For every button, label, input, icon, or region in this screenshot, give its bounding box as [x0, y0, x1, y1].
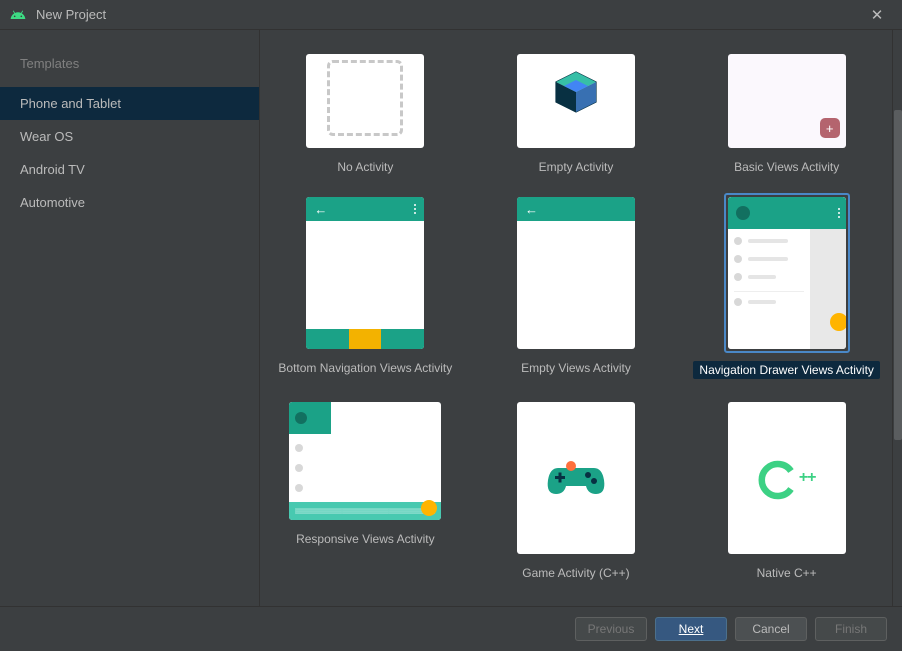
thumbnail: [289, 402, 441, 520]
gamepad-icon: [546, 458, 606, 498]
back-arrow-icon: [314, 202, 327, 217]
sidebar-item-label: Wear OS: [20, 129, 73, 144]
template-label: No Activity: [337, 160, 393, 174]
scrollbar-thumb[interactable]: [894, 110, 902, 440]
template-native-cpp[interactable]: ++ Native C++: [681, 398, 892, 584]
back-arrow-icon: [525, 202, 538, 217]
cancel-button[interactable]: Cancel: [735, 617, 807, 641]
template-nav-drawer-views-activity[interactable]: Navigation Drawer Views Activity: [681, 193, 892, 383]
thumbnail: +: [728, 54, 846, 148]
close-icon[interactable]: ✕: [862, 6, 892, 24]
appbar-icon: [306, 197, 424, 221]
cpp-icon: ++: [758, 456, 816, 500]
button-label: Previous: [588, 622, 635, 636]
template-label: Basic Views Activity: [734, 160, 839, 174]
sidebar: Templates Phone and Tablet Wear OS Andro…: [0, 30, 260, 606]
sidebar-item-wear-os[interactable]: Wear OS: [0, 120, 259, 153]
more-icon: [414, 204, 416, 214]
template-label: Empty Views Activity: [521, 361, 631, 375]
sidebar-item-android-tv[interactable]: Android TV: [0, 153, 259, 186]
template-label: Game Activity (C++): [522, 566, 629, 580]
sidebar-item-automotive[interactable]: Automotive: [0, 186, 259, 219]
template-label: Bottom Navigation Views Activity: [278, 361, 452, 375]
template-basic-views-activity[interactable]: + Basic Views Activity: [681, 50, 892, 178]
template-label: Native C++: [757, 566, 817, 580]
avatar-icon: [295, 412, 307, 424]
button-label: Cancel: [752, 622, 789, 636]
thumbnail: [517, 197, 635, 349]
more-icon: [838, 208, 840, 218]
fab-icon: [830, 313, 846, 331]
bottom-nav-icon: [306, 329, 424, 349]
thumbnail: [517, 54, 635, 148]
template-label: Responsive Views Activity: [296, 532, 435, 546]
avatar-icon: [736, 206, 750, 220]
fab-plus-icon: +: [820, 118, 840, 138]
thumbnail: [306, 54, 424, 148]
template-gallery: No Activity: [260, 30, 902, 606]
android-logo-icon: [10, 7, 26, 23]
thumbnail: ++: [728, 402, 846, 554]
template-bottom-nav-views-activity[interactable]: Bottom Navigation Views Activity: [260, 193, 471, 383]
resize-arrow-icon: [301, 514, 429, 520]
template-no-activity[interactable]: No Activity: [260, 50, 471, 178]
titlebar: New Project ✕: [0, 0, 902, 30]
appbar-icon: [517, 197, 635, 221]
footer: Previous Next Cancel Finish: [0, 606, 902, 651]
compose-cube-icon: [552, 68, 600, 116]
fab-icon: [421, 500, 437, 516]
template-empty-views-activity[interactable]: Empty Views Activity: [471, 193, 682, 383]
previous-button[interactable]: Previous: [575, 617, 647, 641]
sidebar-header: Templates: [0, 48, 259, 87]
next-button[interactable]: Next: [655, 617, 727, 641]
button-label: Next: [679, 622, 704, 636]
sidebar-item-label: Phone and Tablet: [20, 96, 121, 111]
template-game-activity-cpp[interactable]: Game Activity (C++): [471, 398, 682, 584]
dashed-placeholder-icon: [327, 60, 403, 136]
button-label: Finish: [835, 622, 867, 636]
sidebar-item-label: Automotive: [20, 195, 85, 210]
template-responsive-views-activity[interactable]: Responsive Views Activity: [260, 398, 471, 584]
thumbnail: [306, 197, 424, 349]
thumbnail: [517, 402, 635, 554]
sidebar-item-phone-tablet[interactable]: Phone and Tablet: [0, 87, 259, 120]
template-label: Empty Activity: [539, 160, 614, 174]
window-title: New Project: [36, 7, 106, 22]
thumbnail: [728, 197, 846, 349]
template-label: Navigation Drawer Views Activity: [693, 361, 880, 379]
scrollbar[interactable]: [892, 30, 902, 606]
finish-button[interactable]: Finish: [815, 617, 887, 641]
template-empty-activity[interactable]: Empty Activity: [471, 50, 682, 178]
sidebar-item-label: Android TV: [20, 162, 85, 177]
